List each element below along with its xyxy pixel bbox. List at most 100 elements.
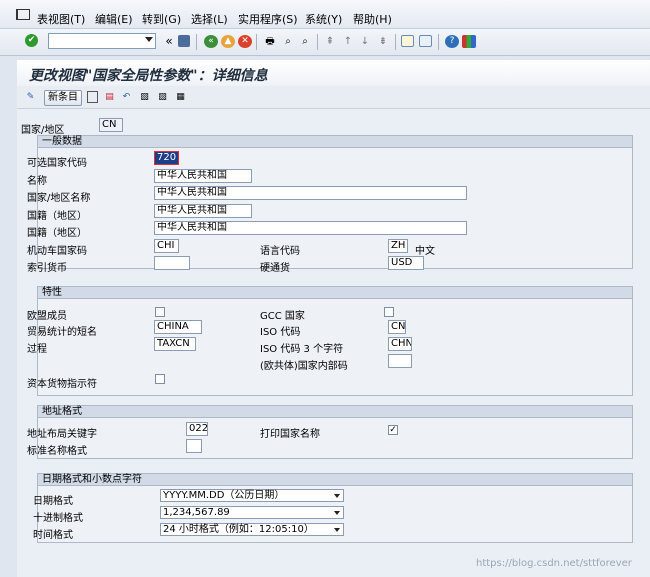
- back-green-icon[interactable]: «: [204, 35, 218, 48]
- hard-currency-field[interactable]: USD: [388, 256, 424, 270]
- application-toolbar: ✎ 新条目 ▤ ↶ ▧ ▨ ▦: [17, 86, 650, 109]
- menu-goto[interactable]: 转到(G): [142, 11, 181, 27]
- language-code-field[interactable]: ZH: [388, 239, 408, 253]
- copy-as-icon[interactable]: [87, 91, 98, 103]
- ok-icon[interactable]: ✔: [25, 34, 38, 47]
- menu-help[interactable]: 帮助(H): [353, 11, 392, 27]
- eu-member-label: 欧盟成员: [27, 311, 67, 322]
- alt-code-label: 可选国家代码: [27, 158, 87, 169]
- create-session-icon[interactable]: [401, 35, 414, 47]
- new-entries-button[interactable]: 新条目: [44, 90, 82, 106]
- watermark: https://blog.csdn.net/sttforever: [476, 558, 632, 569]
- toolbar-separator: [196, 34, 197, 50]
- capital-goods-label: 资本货物指示符: [27, 379, 97, 390]
- print-country-checkbox[interactable]: ✓: [388, 425, 398, 435]
- decimal-format-label: 十进制格式: [33, 513, 83, 524]
- menu-selection[interactable]: 选择(L): [191, 11, 228, 27]
- nationality2-field[interactable]: 中华人民共和国: [154, 221, 467, 235]
- procedure-label: 过程: [27, 344, 47, 355]
- time-format-dropdown[interactable]: 24 小时格式（例如：12:05:10）: [160, 523, 344, 536]
- nationality1-field[interactable]: 中华人民共和国: [154, 204, 252, 218]
- prev-page-icon[interactable]: ↑: [341, 35, 355, 48]
- save-icon[interactable]: [178, 35, 190, 47]
- select-block-icon[interactable]: ▨: [157, 91, 168, 103]
- menu-edit[interactable]: 编辑(E): [95, 11, 133, 27]
- language-text: 中文: [415, 246, 435, 257]
- command-field[interactable]: [48, 33, 156, 49]
- help-icon[interactable]: ?: [445, 35, 459, 48]
- date-format-dropdown[interactable]: YYYY.MM.DD（公历日期）: [160, 489, 344, 502]
- gcc-label: GCC 国家: [260, 311, 305, 322]
- chevron-down-icon[interactable]: [145, 37, 153, 42]
- address-format-header: 地址格式: [37, 405, 633, 418]
- layout-icon[interactable]: [462, 35, 476, 48]
- country-label: 国家/地区: [21, 125, 65, 136]
- gcc-checkbox[interactable]: [384, 307, 394, 317]
- name-field[interactable]: 中华人民共和国: [154, 169, 252, 183]
- eu-internal-code-label: (欧共体)国家内部码: [260, 361, 348, 372]
- decimal-format-dropdown[interactable]: 1,234,567.89: [160, 506, 344, 519]
- trade-short-name-field[interactable]: CHINA: [154, 320, 202, 334]
- delete-icon[interactable]: ▤: [104, 91, 115, 103]
- country-name-field[interactable]: 中华人民共和国: [154, 186, 467, 200]
- date-format-label: 日期格式: [33, 496, 73, 507]
- menubar: 表视图(T) 编辑(E) 转到(G) 选择(L) 实用程序(S) 系统(Y) 帮…: [0, 0, 650, 29]
- date-format-value: YYYY.MM.DD（公历日期）: [163, 490, 285, 501]
- print-icon[interactable]: 🖶: [263, 35, 277, 48]
- layout-key-label: 地址布局关键字: [27, 429, 97, 440]
- eu-member-checkbox[interactable]: [155, 307, 165, 317]
- vehicle-code-field[interactable]: CHI: [154, 239, 179, 253]
- index-currency-label: 索引货币: [27, 263, 67, 274]
- procedure-field[interactable]: TAXCN: [154, 337, 196, 351]
- menu-utilities[interactable]: 实用程序(S): [238, 11, 298, 27]
- toolbar-separator: [395, 34, 396, 50]
- system-toolbar: ✔ « « ▲ ✕ 🖶 ⌕ ⌕ ⇞ ↑ ↓ ⇟ ?: [0, 29, 650, 56]
- deselect-icon[interactable]: ▦: [175, 91, 186, 103]
- general-data-group: [37, 135, 633, 269]
- menu-table-view[interactable]: 表视图(T): [37, 11, 85, 27]
- find-next-icon[interactable]: ⌕: [298, 35, 312, 48]
- time-format-label: 时间格式: [33, 530, 73, 541]
- alt-code-field[interactable]: 720: [154, 151, 179, 165]
- iso-code-field[interactable]: CN: [388, 320, 406, 334]
- time-format-value: 24 小时格式（例如：12:05:10）: [163, 524, 314, 535]
- nationality2-label: 国籍（地区）: [27, 228, 87, 239]
- find-icon[interactable]: ⌕: [281, 35, 295, 48]
- next-page-icon[interactable]: ↓: [358, 35, 372, 48]
- page-title: 更改视图"国家全局性参数"：详细信息: [29, 68, 268, 84]
- layout-key-field[interactable]: 022: [186, 422, 208, 436]
- display-change-icon[interactable]: ✎: [25, 91, 36, 103]
- exit-icon[interactable]: ▲: [221, 35, 235, 48]
- country-name-label: 国家/地区名称: [27, 193, 91, 204]
- shortcut-icon[interactable]: [419, 35, 432, 47]
- print-country-label: 打印国家名称: [260, 429, 320, 440]
- vehicle-code-label: 机动车国家码: [27, 246, 87, 257]
- undo-icon[interactable]: ↶: [121, 91, 132, 103]
- cancel-icon[interactable]: ✕: [238, 35, 252, 48]
- eu-internal-code-field[interactable]: [388, 354, 412, 368]
- capital-goods-checkbox[interactable]: [155, 374, 165, 384]
- toolbar-separator: [256, 34, 257, 50]
- menu-system[interactable]: 系统(Y): [305, 11, 342, 27]
- iso3-code-field[interactable]: CHN: [388, 337, 412, 351]
- first-page-icon[interactable]: ⇞: [323, 35, 337, 48]
- toolbar-separator: [317, 34, 318, 50]
- screen-header: 更改视图"国家全局性参数"：详细信息: [17, 60, 650, 86]
- properties-header: 特性: [37, 286, 633, 299]
- date-format-header: 日期格式和小数点字符: [37, 473, 633, 486]
- hard-currency-label: 硬通货: [260, 263, 290, 274]
- chevron-down-icon[interactable]: [334, 528, 340, 532]
- menu-app-icon[interactable]: [16, 9, 30, 20]
- index-currency-field[interactable]: [154, 256, 190, 270]
- iso3-code-label: ISO 代码 3 个字符: [260, 344, 344, 355]
- back-icon[interactable]: «: [162, 35, 176, 48]
- last-page-icon[interactable]: ⇟: [376, 35, 390, 48]
- trade-short-name-label: 贸易统计的短名: [27, 327, 97, 338]
- std-name-format-field[interactable]: [186, 439, 202, 453]
- chevron-down-icon[interactable]: [334, 511, 340, 515]
- decimal-format-value: 1,234,567.89: [163, 507, 230, 518]
- select-all-icon[interactable]: ▧: [139, 91, 150, 103]
- iso-code-label: ISO 代码: [260, 327, 301, 338]
- toolbar-separator: [438, 34, 439, 50]
- chevron-down-icon[interactable]: [334, 494, 340, 498]
